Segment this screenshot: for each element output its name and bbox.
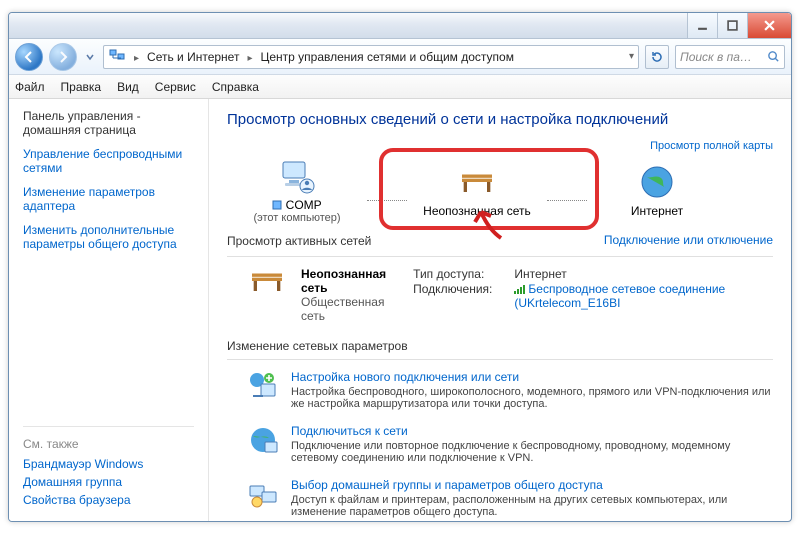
task-connect-network[interactable]: Подключиться к сети Подключение или повт… [227, 418, 773, 472]
map-comp-name: COMP [286, 198, 322, 212]
map-internet[interactable]: Интернет [587, 162, 727, 218]
active-network-item: Неопознанная сеть Общественная сеть Тип … [227, 261, 773, 329]
history-dropdown[interactable] [83, 46, 97, 68]
access-type-value: Интернет [514, 267, 773, 281]
sidebar-firewall[interactable]: Брандмауэр Windows [23, 457, 194, 471]
menu-file[interactable]: Файл [15, 80, 45, 94]
map-comp-sub: (этот компьютер) [227, 212, 367, 224]
sidebar-adapter[interactable]: Изменение параметров адаптера [23, 185, 194, 213]
titlebar [9, 13, 791, 39]
connect-disconnect-link[interactable]: Подключение или отключение [604, 233, 773, 247]
task-desc: Настройка беспроводного, широкополосного… [291, 386, 773, 410]
crumb-sharing-center[interactable]: Центр управления сетями и общим доступом [260, 50, 514, 64]
map-line-left [367, 200, 407, 201]
network-center-window: Сеть и Интернет Центр управления сетями … [8, 12, 792, 522]
sidebar-wireless[interactable]: Управление беспроводными сетями [23, 147, 194, 175]
change-settings-header: Изменение сетевых параметров [227, 339, 773, 353]
map-header: Просмотр полной карты [227, 140, 773, 152]
back-button[interactable] [15, 43, 43, 71]
sidebar-home[interactable]: Панель управления - домашняя страница [23, 109, 194, 137]
page-title: Просмотр основных сведений о сети и наст… [227, 111, 773, 128]
sidebar: Панель управления - домашняя страница Уп… [9, 99, 209, 521]
search-placeholder: Поиск в па… [680, 50, 752, 64]
maximize-button[interactable] [717, 13, 747, 38]
map-unknown-label: Неопознанная сеть [407, 204, 547, 218]
menu-help[interactable]: Справка [212, 80, 259, 94]
close-button[interactable] [747, 13, 791, 38]
bench-icon [407, 162, 547, 202]
active-networks-header: Просмотр активных сетей [227, 234, 371, 248]
computer-badge-icon [272, 200, 282, 210]
network-map: COMP (этот компьютер) Неопознанная сеть … [227, 156, 773, 224]
bench-icon [247, 267, 287, 298]
globe-icon [587, 162, 727, 202]
map-this-computer[interactable]: COMP (этот компьютер) [227, 156, 367, 224]
menu-edit[interactable]: Правка [61, 80, 102, 94]
menu-bar: Файл Правка Вид Сервис Справка [9, 75, 791, 99]
refresh-button[interactable] [645, 45, 669, 69]
address-dropdown[interactable]: ▾ [629, 51, 634, 62]
signal-icon [514, 285, 525, 294]
crumb-network[interactable]: Сеть и Интернет [147, 50, 239, 64]
task-desc: Подключение или повторное подключение к … [291, 440, 773, 464]
network-name: Неопознанная сеть [301, 267, 399, 295]
minimize-button[interactable] [687, 13, 717, 38]
new-connection-icon [247, 370, 279, 402]
task-title[interactable]: Подключиться к сети [291, 424, 773, 438]
computer-icon [227, 156, 367, 196]
map-unknown-network[interactable]: Неопознанная сеть [407, 162, 547, 218]
menu-view[interactable]: Вид [117, 80, 139, 94]
sidebar-homegroup[interactable]: Домашняя группа [23, 475, 194, 489]
menu-service[interactable]: Сервис [155, 80, 196, 94]
map-internet-label: Интернет [587, 204, 727, 218]
content-area: Панель управления - домашняя страница Уп… [9, 99, 791, 521]
connections-key: Подключения: [413, 282, 492, 310]
connect-network-icon [247, 424, 279, 456]
forward-button[interactable] [49, 43, 77, 71]
sidebar-see-also: См. также [23, 437, 194, 451]
network-category[interactable]: Общественная сеть [301, 295, 399, 323]
access-type-key: Тип доступа: [413, 267, 492, 281]
navbar: Сеть и Интернет Центр управления сетями … [9, 39, 791, 75]
full-map-link[interactable]: Просмотр полной карты [650, 140, 773, 152]
task-desc: Доступ к файлам и принтерам, расположенн… [291, 494, 773, 518]
task-title[interactable]: Настройка нового подключения или сети [291, 370, 773, 384]
sidebar-sharing[interactable]: Изменить дополнительные параметры общего… [23, 223, 194, 251]
homegroup-icon [247, 478, 279, 510]
task-new-connection[interactable]: Настройка нового подключения или сети На… [227, 364, 773, 418]
sidebar-browser[interactable]: Свойства браузера [23, 493, 194, 507]
task-title[interactable]: Выбор домашней группы и параметров общег… [291, 478, 773, 492]
map-line-right [547, 200, 587, 201]
main-panel: Просмотр основных сведений о сети и наст… [209, 99, 791, 521]
network-center-icon [108, 46, 126, 67]
connections-link[interactable]: Беспроводное сетевое соединение (UKrtele… [514, 282, 773, 310]
search-box[interactable]: Поиск в па… [675, 45, 785, 69]
task-homegroup-sharing[interactable]: Выбор домашней группы и параметров общег… [227, 472, 773, 521]
address-bar[interactable]: Сеть и Интернет Центр управления сетями … [103, 45, 639, 69]
search-icon [767, 50, 780, 63]
